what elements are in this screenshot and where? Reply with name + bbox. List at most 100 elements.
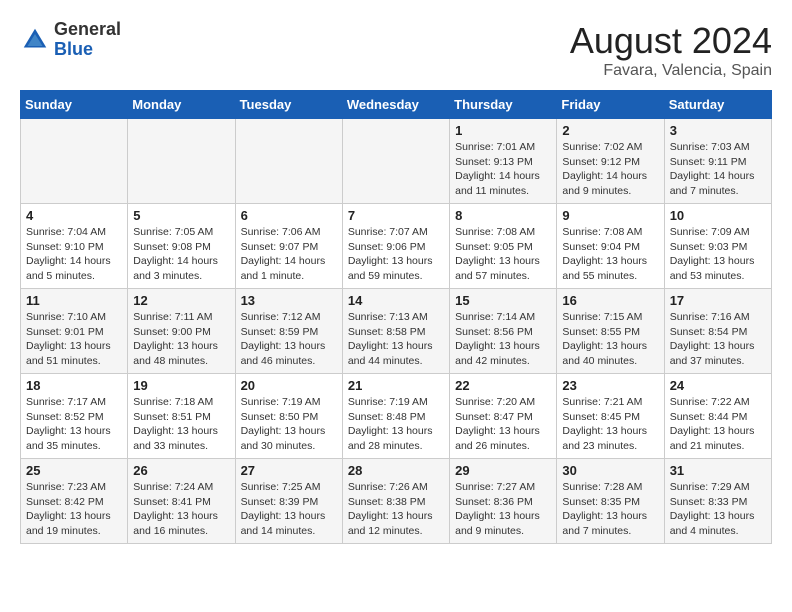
day-info: Sunrise: 7:02 AMSunset: 9:12 PMDaylight:…: [562, 141, 647, 197]
day-info: Sunrise: 7:12 AMSunset: 8:59 PMDaylight:…: [241, 311, 326, 367]
day-info: Sunrise: 7:19 AMSunset: 8:48 PMDaylight:…: [348, 396, 433, 452]
calendar-cell: 4 Sunrise: 7:04 AMSunset: 9:10 PMDayligh…: [21, 204, 128, 289]
month-title: August 2024: [570, 20, 772, 62]
calendar-cell: 15 Sunrise: 7:14 AMSunset: 8:56 PMDaylig…: [450, 289, 557, 374]
day-info: Sunrise: 7:15 AMSunset: 8:55 PMDaylight:…: [562, 311, 647, 367]
day-number: 17: [670, 293, 766, 308]
calendar-cell: 26 Sunrise: 7:24 AMSunset: 8:41 PMDaylig…: [128, 459, 235, 544]
calendar-cell: 10 Sunrise: 7:09 AMSunset: 9:03 PMDaylig…: [664, 204, 771, 289]
calendar-cell: 30 Sunrise: 7:28 AMSunset: 8:35 PMDaylig…: [557, 459, 664, 544]
day-info: Sunrise: 7:06 AMSunset: 9:07 PMDaylight:…: [241, 226, 326, 282]
calendar-cell: 24 Sunrise: 7:22 AMSunset: 8:44 PMDaylig…: [664, 374, 771, 459]
logo-icon: [20, 25, 50, 55]
day-number: 25: [26, 463, 122, 478]
day-info: Sunrise: 7:10 AMSunset: 9:01 PMDaylight:…: [26, 311, 111, 367]
day-info: Sunrise: 7:13 AMSunset: 8:58 PMDaylight:…: [348, 311, 433, 367]
day-number: 19: [133, 378, 229, 393]
day-info: Sunrise: 7:21 AMSunset: 8:45 PMDaylight:…: [562, 396, 647, 452]
calendar-cell: 25 Sunrise: 7:23 AMSunset: 8:42 PMDaylig…: [21, 459, 128, 544]
calendar-cell: 2 Sunrise: 7:02 AMSunset: 9:12 PMDayligh…: [557, 119, 664, 204]
calendar-cell: 8 Sunrise: 7:08 AMSunset: 9:05 PMDayligh…: [450, 204, 557, 289]
day-info: Sunrise: 7:18 AMSunset: 8:51 PMDaylight:…: [133, 396, 218, 452]
day-info: Sunrise: 7:26 AMSunset: 8:38 PMDaylight:…: [348, 481, 433, 537]
weekday-header-row: SundayMondayTuesdayWednesdayThursdayFrid…: [21, 91, 772, 119]
logo-blue: Blue: [54, 39, 93, 59]
weekday-header-thursday: Thursday: [450, 91, 557, 119]
day-info: Sunrise: 7:11 AMSunset: 9:00 PMDaylight:…: [133, 311, 218, 367]
calendar-cell: 11 Sunrise: 7:10 AMSunset: 9:01 PMDaylig…: [21, 289, 128, 374]
calendar-week-row: 4 Sunrise: 7:04 AMSunset: 9:10 PMDayligh…: [21, 204, 772, 289]
location-subtitle: Favara, Valencia, Spain: [570, 62, 772, 80]
calendar-week-row: 1 Sunrise: 7:01 AMSunset: 9:13 PMDayligh…: [21, 119, 772, 204]
title-block: August 2024 Favara, Valencia, Spain: [570, 20, 772, 80]
calendar-cell: 19 Sunrise: 7:18 AMSunset: 8:51 PMDaylig…: [128, 374, 235, 459]
day-number: 15: [455, 293, 551, 308]
day-number: 6: [241, 208, 337, 223]
day-info: Sunrise: 7:14 AMSunset: 8:56 PMDaylight:…: [455, 311, 540, 367]
calendar-cell: 7 Sunrise: 7:07 AMSunset: 9:06 PMDayligh…: [342, 204, 449, 289]
weekday-header-tuesday: Tuesday: [235, 91, 342, 119]
calendar-week-row: 11 Sunrise: 7:10 AMSunset: 9:01 PMDaylig…: [21, 289, 772, 374]
day-number: 9: [562, 208, 658, 223]
day-info: Sunrise: 7:04 AMSunset: 9:10 PMDaylight:…: [26, 226, 111, 282]
day-number: 8: [455, 208, 551, 223]
day-info: Sunrise: 7:17 AMSunset: 8:52 PMDaylight:…: [26, 396, 111, 452]
calendar-cell: 20 Sunrise: 7:19 AMSunset: 8:50 PMDaylig…: [235, 374, 342, 459]
day-info: Sunrise: 7:08 AMSunset: 9:04 PMDaylight:…: [562, 226, 647, 282]
day-number: 21: [348, 378, 444, 393]
day-info: Sunrise: 7:27 AMSunset: 8:36 PMDaylight:…: [455, 481, 540, 537]
day-number: 7: [348, 208, 444, 223]
day-info: Sunrise: 7:16 AMSunset: 8:54 PMDaylight:…: [670, 311, 755, 367]
day-number: 12: [133, 293, 229, 308]
day-info: Sunrise: 7:09 AMSunset: 9:03 PMDaylight:…: [670, 226, 755, 282]
calendar-cell: 17 Sunrise: 7:16 AMSunset: 8:54 PMDaylig…: [664, 289, 771, 374]
day-info: Sunrise: 7:24 AMSunset: 8:41 PMDaylight:…: [133, 481, 218, 537]
calendar-cell: 29 Sunrise: 7:27 AMSunset: 8:36 PMDaylig…: [450, 459, 557, 544]
day-number: 20: [241, 378, 337, 393]
page-header: General Blue August 2024 Favara, Valenci…: [20, 20, 772, 80]
calendar-cell: 21 Sunrise: 7:19 AMSunset: 8:48 PMDaylig…: [342, 374, 449, 459]
day-number: 23: [562, 378, 658, 393]
calendar-cell: 31 Sunrise: 7:29 AMSunset: 8:33 PMDaylig…: [664, 459, 771, 544]
calendar-cell: 23 Sunrise: 7:21 AMSunset: 8:45 PMDaylig…: [557, 374, 664, 459]
calendar-cell: 27 Sunrise: 7:25 AMSunset: 8:39 PMDaylig…: [235, 459, 342, 544]
day-number: 4: [26, 208, 122, 223]
calendar-cell: 13 Sunrise: 7:12 AMSunset: 8:59 PMDaylig…: [235, 289, 342, 374]
day-number: 26: [133, 463, 229, 478]
day-number: 28: [348, 463, 444, 478]
weekday-header-sunday: Sunday: [21, 91, 128, 119]
weekday-header-friday: Friday: [557, 91, 664, 119]
day-number: 24: [670, 378, 766, 393]
calendar-cell: 1 Sunrise: 7:01 AMSunset: 9:13 PMDayligh…: [450, 119, 557, 204]
weekday-header-monday: Monday: [128, 91, 235, 119]
weekday-header-wednesday: Wednesday: [342, 91, 449, 119]
day-number: 13: [241, 293, 337, 308]
day-number: 18: [26, 378, 122, 393]
day-number: 10: [670, 208, 766, 223]
day-info: Sunrise: 7:22 AMSunset: 8:44 PMDaylight:…: [670, 396, 755, 452]
calendar-cell: 12 Sunrise: 7:11 AMSunset: 9:00 PMDaylig…: [128, 289, 235, 374]
weekday-header-saturday: Saturday: [664, 91, 771, 119]
day-number: 1: [455, 123, 551, 138]
calendar-week-row: 25 Sunrise: 7:23 AMSunset: 8:42 PMDaylig…: [21, 459, 772, 544]
logo-general: General: [54, 19, 121, 39]
calendar-cell: 22 Sunrise: 7:20 AMSunset: 8:47 PMDaylig…: [450, 374, 557, 459]
calendar-cell: [235, 119, 342, 204]
logo-text: General Blue: [54, 20, 121, 60]
day-number: 27: [241, 463, 337, 478]
calendar-cell: 18 Sunrise: 7:17 AMSunset: 8:52 PMDaylig…: [21, 374, 128, 459]
day-number: 29: [455, 463, 551, 478]
day-number: 11: [26, 293, 122, 308]
day-info: Sunrise: 7:29 AMSunset: 8:33 PMDaylight:…: [670, 481, 755, 537]
day-info: Sunrise: 7:03 AMSunset: 9:11 PMDaylight:…: [670, 141, 755, 197]
calendar-table: SundayMondayTuesdayWednesdayThursdayFrid…: [20, 90, 772, 544]
calendar-cell: 16 Sunrise: 7:15 AMSunset: 8:55 PMDaylig…: [557, 289, 664, 374]
calendar-cell: 28 Sunrise: 7:26 AMSunset: 8:38 PMDaylig…: [342, 459, 449, 544]
calendar-week-row: 18 Sunrise: 7:17 AMSunset: 8:52 PMDaylig…: [21, 374, 772, 459]
day-number: 3: [670, 123, 766, 138]
calendar-cell: 3 Sunrise: 7:03 AMSunset: 9:11 PMDayligh…: [664, 119, 771, 204]
logo: General Blue: [20, 20, 121, 60]
calendar-cell: [342, 119, 449, 204]
day-info: Sunrise: 7:05 AMSunset: 9:08 PMDaylight:…: [133, 226, 218, 282]
calendar-cell: 14 Sunrise: 7:13 AMSunset: 8:58 PMDaylig…: [342, 289, 449, 374]
